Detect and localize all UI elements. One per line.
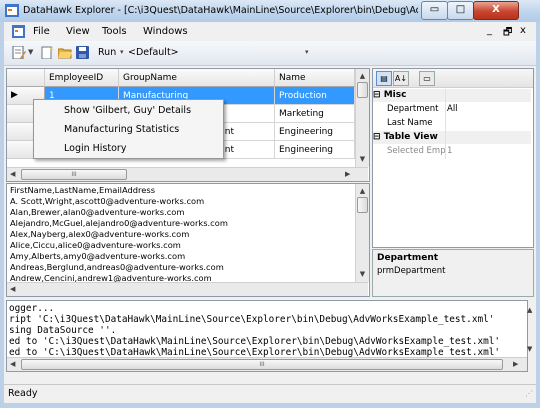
text-line: Andreas,Berglund,andreas0@adventure-work… xyxy=(10,262,224,272)
log-line: sing DataSource ''. xyxy=(9,325,117,336)
datasource-combo[interactable]: <Default> xyxy=(128,47,179,58)
scroll-thumb[interactable]: III xyxy=(21,169,127,180)
maximize-button[interactable]: □ xyxy=(447,1,474,20)
alphabetical-sort-icon[interactable]: A↓ xyxy=(393,71,409,86)
run-dropdown-arrow[interactable]: ▾ xyxy=(120,48,124,56)
scroll-thumb[interactable] xyxy=(357,82,368,98)
text-line: Alice,Ciccu,alice0@adventure-works.com xyxy=(10,240,181,250)
scroll-right-arrow-icon[interactable]: ▶ xyxy=(513,360,518,368)
property-row[interactable]: Department All xyxy=(373,103,531,116)
property-description-panel: Department prmDepartment xyxy=(372,249,534,297)
grid-cell[interactable]: Production xyxy=(275,87,355,105)
text-line: Alex,Nayberg,alex0@adventure-works.com xyxy=(10,229,190,239)
scroll-left-arrow-icon[interactable]: ◀ xyxy=(10,170,15,178)
menu-bar: File View Tools Windows _ 🗗 x xyxy=(4,22,536,41)
window-title: DataHawk Explorer - [C:\i3Quest\DataHawk… xyxy=(23,5,418,16)
menu-file[interactable]: File xyxy=(33,26,50,37)
grid-cell[interactable]: Engineering xyxy=(275,141,355,159)
collapse-icon[interactable]: ⊟ xyxy=(373,132,381,142)
scroll-up-arrow-icon[interactable]: ▲ xyxy=(356,72,369,80)
property-label: Selected Emp xyxy=(387,146,446,156)
grid-vertical-scrollbar[interactable]: ▲ ▼ xyxy=(355,69,369,167)
chevron-down-icon[interactable]: ▼ xyxy=(28,48,33,56)
menu-tools[interactable]: Tools xyxy=(102,26,127,37)
grid-corner-header xyxy=(7,69,45,87)
toolbar: ▼ Run ▾ <Default> ▾ xyxy=(4,41,536,66)
categorized-view-icon[interactable]: ▤ xyxy=(376,71,392,86)
scroll-down-arrow-icon[interactable]: ▼ xyxy=(527,345,532,353)
edit-document-icon[interactable] xyxy=(12,46,26,59)
grid-cell[interactable]: Marketing xyxy=(275,105,355,123)
scroll-left-arrow-icon[interactable]: ◀ xyxy=(10,285,15,293)
mdi-restore-button[interactable]: 🗗 xyxy=(503,25,512,42)
description-title: Department xyxy=(377,253,439,263)
property-row[interactable]: Last Name xyxy=(373,117,531,130)
text-vertical-scrollbar[interactable]: ▲ ▼ xyxy=(355,184,369,282)
text-line: FirstName,LastName,EmailAddress xyxy=(10,185,156,195)
output-log[interactable]: ogger... ript 'C:\i3Quest\DataHawk\MainL… xyxy=(6,300,528,372)
status-text: Ready xyxy=(8,388,38,399)
category-table-view[interactable]: ⊟ Table View xyxy=(373,131,531,144)
property-column-divider[interactable] xyxy=(445,89,446,159)
close-button[interactable]: X xyxy=(473,1,519,20)
title-bar[interactable]: DataHawk Explorer - [C:\i3Quest\DataHawk… xyxy=(0,0,540,22)
run-button[interactable]: Run xyxy=(98,47,116,58)
property-grid-toolbar: ▤ A↓ ▭ xyxy=(373,69,533,88)
scroll-down-arrow-icon[interactable]: ▼ xyxy=(356,270,369,278)
scroll-up-arrow-icon[interactable]: ▲ xyxy=(527,306,532,314)
text-line: Alan,Brewer,alan0@adventure-works.com xyxy=(10,207,185,217)
new-document-icon[interactable] xyxy=(40,46,54,59)
context-menu: Show 'Gilbert, Guy' Details Manufacturin… xyxy=(33,99,224,159)
log-line: ogger... xyxy=(9,303,55,314)
menu-item-login-history[interactable]: Login History xyxy=(34,139,223,158)
open-folder-icon[interactable] xyxy=(58,46,72,59)
save-icon[interactable] xyxy=(76,46,90,59)
app-icon xyxy=(5,4,19,17)
combo-dropdown-arrow[interactable]: ▾ xyxy=(305,48,309,56)
category-misc[interactable]: ⊟ Misc xyxy=(373,89,531,102)
text-line: A. Scott,Wright,ascott0@adventure-works.… xyxy=(10,196,205,206)
mdi-minimize-button[interactable]: _ xyxy=(487,25,492,36)
scroll-up-arrow-icon[interactable]: ▲ xyxy=(356,187,369,195)
column-header-groupname[interactable]: GroupName xyxy=(119,69,275,87)
scroll-right-arrow-icon[interactable]: ▶ xyxy=(345,170,350,178)
property-label: Department xyxy=(387,104,439,114)
property-pages-icon[interactable]: ▭ xyxy=(419,71,435,86)
text-line: Amy,Alberts,amy0@adventure-works.com xyxy=(10,251,186,261)
grid-cell[interactable]: Engineering xyxy=(275,123,355,141)
collapse-icon[interactable]: ⊟ xyxy=(373,90,381,100)
description-text: prmDepartment xyxy=(377,266,446,276)
log-line: ed to 'C:\i3Quest\DataHawk\MainLine\Sour… xyxy=(9,336,501,347)
property-row[interactable]: Selected Emp 1 xyxy=(373,145,531,158)
output-vertical-scrollbar[interactable]: ▲ ▼ xyxy=(527,300,536,370)
menu-windows[interactable]: Windows xyxy=(143,26,188,37)
resize-grip-icon[interactable]: ⋰ xyxy=(525,389,533,398)
grid-horizontal-scrollbar[interactable]: ◀ III ▶ xyxy=(7,167,368,181)
log-line: ript 'C:\i3Quest\DataHawk\MainLine\Sourc… xyxy=(9,314,495,325)
column-header-employeeid[interactable]: EmployeeID xyxy=(45,69,119,87)
mdi-close-button[interactable]: x xyxy=(520,25,526,36)
scroll-down-arrow-icon[interactable]: ▼ xyxy=(356,155,369,163)
document-window-icon xyxy=(12,25,25,38)
scroll-left-arrow-icon[interactable]: ◀ xyxy=(10,360,15,368)
output-horizontal-scrollbar[interactable]: ◀ III ▶ xyxy=(7,357,527,371)
category-label: Table View xyxy=(383,132,438,142)
text-horizontal-scrollbar[interactable]: ◀ xyxy=(7,282,368,296)
scroll-thumb[interactable] xyxy=(357,197,368,213)
menu-item-show-details[interactable]: Show 'Gilbert, Guy' Details xyxy=(34,101,223,120)
scroll-thumb[interactable]: III xyxy=(21,359,503,370)
category-label: Misc xyxy=(383,90,407,100)
status-bar: Ready ⋰ xyxy=(4,384,536,403)
menu-view[interactable]: View xyxy=(66,26,90,37)
column-header-name[interactable]: Name xyxy=(275,69,355,87)
property-label: Last Name xyxy=(387,118,433,128)
results-text-box[interactable]: FirstName,LastName,EmailAddress A. Scott… xyxy=(6,183,370,297)
property-value[interactable]: All xyxy=(447,103,458,116)
property-value[interactable]: 1 xyxy=(447,145,452,158)
current-row-arrow-icon: ▶ xyxy=(11,90,18,100)
minimize-button[interactable]: ▭ xyxy=(421,1,448,20)
menu-item-manufacturing-statistics[interactable]: Manufacturing Statistics xyxy=(34,120,223,139)
property-grid[interactable]: ▤ A↓ ▭ ⊟ Misc Department All Last Name ⊟… xyxy=(372,68,534,248)
text-line: Alejandro,McGuel,alejandro0@adventure-wo… xyxy=(10,218,228,228)
